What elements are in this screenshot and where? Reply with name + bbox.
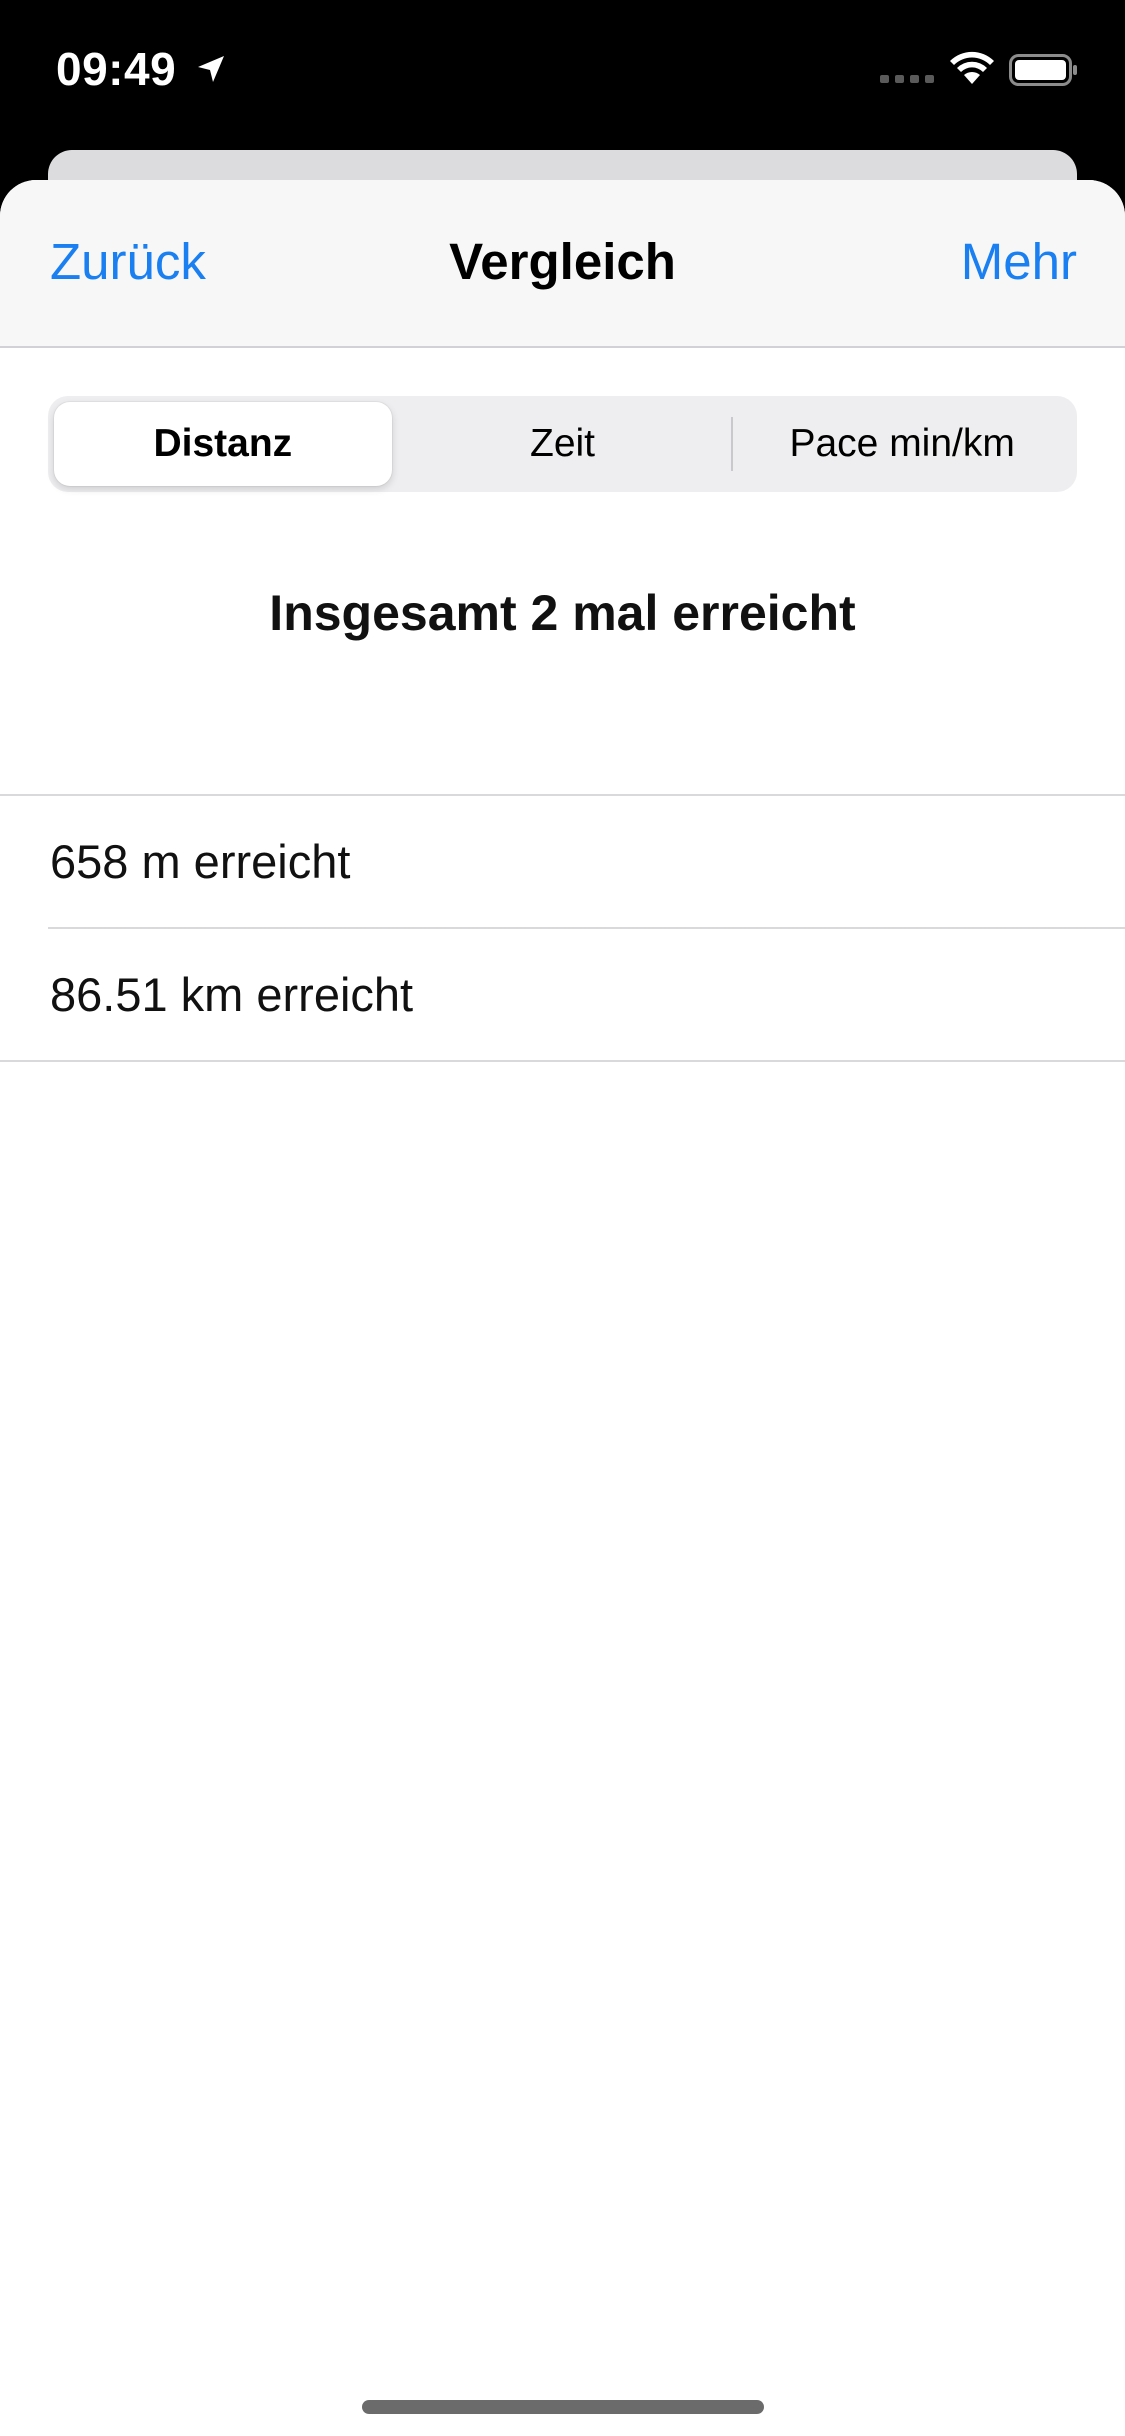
metric-segmented-control: Distanz Zeit Pace min/km bbox=[48, 396, 1077, 492]
segment-pace[interactable]: Pace min/km bbox=[733, 402, 1071, 486]
signal-icon bbox=[880, 75, 934, 83]
more-button[interactable]: Mehr bbox=[961, 232, 1077, 291]
segment-distance[interactable]: Distanz bbox=[54, 402, 392, 486]
status-time: 09:49 bbox=[56, 43, 177, 95]
home-indicator[interactable] bbox=[362, 2400, 764, 2414]
list-item[interactable]: 658 m erreicht bbox=[0, 796, 1125, 927]
segment-time[interactable]: Zeit bbox=[394, 402, 732, 486]
list-item[interactable]: 86.51 km erreicht bbox=[0, 929, 1125, 1060]
navigation-bar: Zurück Vergleich Mehr bbox=[0, 180, 1125, 348]
location-arrow-icon bbox=[198, 56, 224, 82]
wifi-icon bbox=[950, 51, 994, 84]
page-title: Vergleich bbox=[449, 233, 676, 290]
summary-heading: Insgesamt 2 mal erreicht bbox=[269, 585, 856, 641]
status-bar: 09:49 bbox=[0, 0, 1125, 140]
battery-icon bbox=[1009, 54, 1077, 86]
achievement-list: 658 m erreicht 86.51 km erreicht bbox=[0, 794, 1125, 1062]
comparison-sheet: Zurück Vergleich Mehr Distanz Zeit Pace … bbox=[0, 180, 1125, 2436]
